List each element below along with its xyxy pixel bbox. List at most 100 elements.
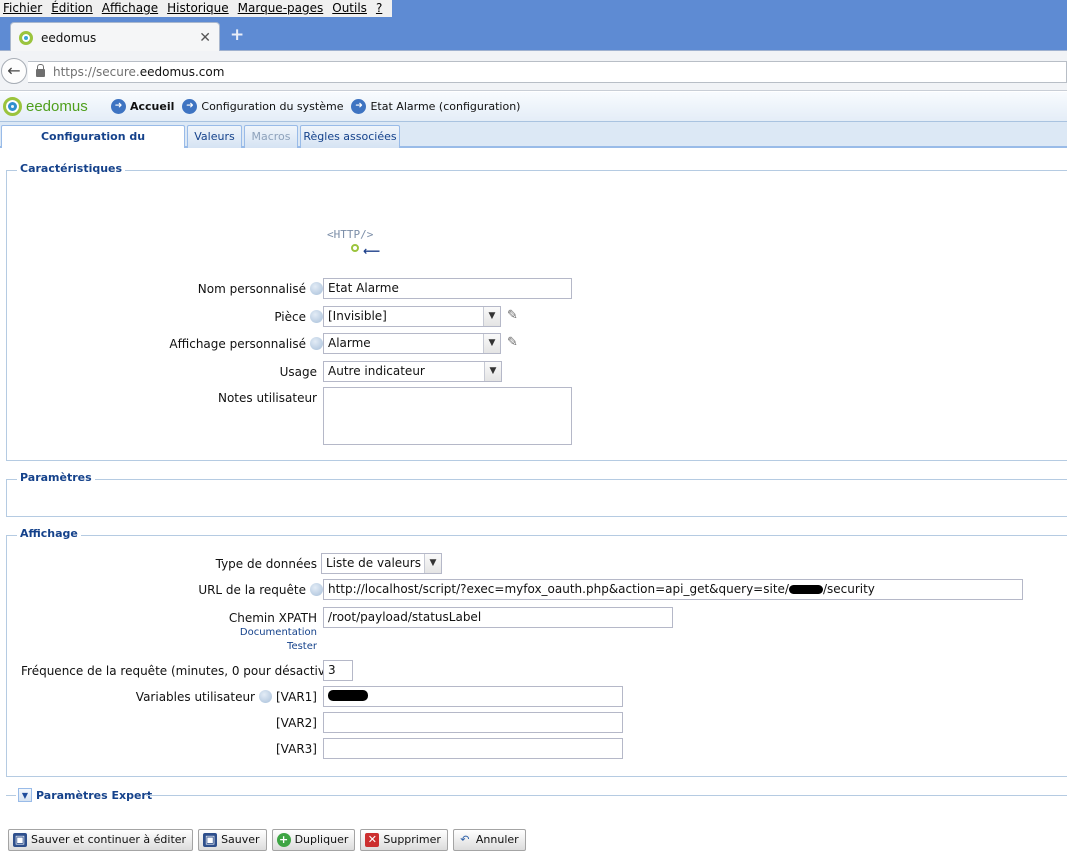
undo-icon: ↶: [460, 833, 470, 846]
divider: [6, 795, 16, 796]
url-bar[interactable]: https://secure. eedomus.com: [28, 61, 1067, 83]
plus-circle-icon: +: [276, 833, 291, 847]
tester-link[interactable]: Tester: [287, 641, 317, 652]
cancel-button[interactable]: ↶ Annuler: [452, 829, 526, 851]
logo-text: eedomus: [26, 98, 88, 115]
menu-historique[interactable]: Historique: [164, 0, 235, 17]
fieldset-title: Caractéristiques: [17, 162, 126, 175]
tab-macros: Macros: [244, 125, 298, 148]
display-label: Affichage personnalisé: [169, 337, 323, 351]
floppy-disk-icon: ▣: [203, 833, 218, 847]
tab-device-config[interactable]: Configuration du périphérique: [1, 125, 185, 164]
var3-input[interactable]: [323, 738, 623, 759]
var2-label: [VAR2]: [276, 716, 317, 730]
usage-value: Autre indicateur: [328, 364, 425, 378]
name-input[interactable]: Etat Alarme: [323, 278, 572, 299]
display-value: Alarme: [328, 336, 371, 350]
eedomus-logo-icon: [3, 97, 22, 116]
chevron-down-icon[interactable]: ▼: [424, 554, 441, 573]
url-scheme: https://secure.: [53, 65, 140, 79]
xpath-input[interactable]: /root/payload/statusLabel: [323, 607, 673, 628]
room-value: [Invisible]: [328, 309, 387, 323]
divider: [146, 795, 1067, 796]
pencil-icon[interactable]: ✎: [507, 336, 521, 350]
notes-label: Notes utilisateur: [217, 391, 317, 405]
save-button[interactable]: ▣ Sauver: [198, 829, 267, 851]
breadcrumb-label: Configuration du système: [201, 100, 344, 113]
notes-textarea[interactable]: [323, 387, 572, 445]
menu-fichier[interactable]: Fichier: [0, 0, 48, 17]
arrow-right-circle-icon: ➜: [351, 99, 367, 114]
save-continue-button[interactable]: ▣ Sauver et continuer à éditer: [8, 829, 194, 851]
help-icon[interactable]: [310, 310, 323, 323]
config-tabbar: Configuration du périphérique Valeurs Ma…: [0, 122, 1067, 164]
status-dot-icon: [351, 244, 359, 252]
expert-title: Paramètres Expert: [36, 788, 153, 802]
menu-affichage[interactable]: Affichage: [99, 0, 164, 17]
menu-marque-pages[interactable]: Marque-pages: [235, 0, 330, 17]
pencil-icon[interactable]: ✎: [507, 309, 521, 323]
help-icon[interactable]: [259, 690, 272, 703]
help-icon[interactable]: [310, 337, 323, 350]
arrow-right-circle-icon: ➜: [182, 99, 198, 114]
duplicate-button[interactable]: + Dupliquer: [271, 829, 356, 851]
chevron-down-icon[interactable]: ▼: [484, 362, 501, 381]
new-tab-icon[interactable]: +: [230, 25, 244, 45]
documentation-link[interactable]: Documentation: [240, 627, 317, 638]
arrow-right-circle-icon: ➜: [111, 99, 126, 114]
var1-input[interactable]: [323, 686, 623, 707]
datatype-value: Liste de valeurs: [326, 556, 421, 570]
var1-label: [VAR1]: [276, 690, 317, 704]
http-device-icon: <HTTP/> ⟵: [327, 227, 387, 259]
url-label: URL de la requête: [198, 583, 323, 597]
fieldset-title: Affichage: [17, 527, 81, 540]
browser-navbar: ← https://secure. eedomus.com: [0, 51, 1067, 91]
help-icon[interactable]: [310, 282, 323, 295]
datatype-select[interactable]: Liste de valeurs ▼: [321, 553, 442, 574]
app-header: eedomus ➜ Accueil ➜ Configuration du sys…: [0, 92, 1067, 122]
var3-label: [VAR3]: [276, 742, 317, 756]
help-icon[interactable]: [310, 583, 323, 596]
menu-help[interactable]: ?: [373, 0, 388, 17]
browser-tab-title: eedomus: [41, 30, 97, 45]
fieldset-title: Paramètres: [17, 471, 95, 484]
expert-params-toggle[interactable]: ▼ Paramètres Expert: [18, 788, 152, 802]
chevron-down-icon[interactable]: ▼: [483, 307, 500, 326]
redacted-mark: [328, 690, 368, 701]
usage-select[interactable]: Autre indicateur ▼: [323, 361, 502, 382]
user-vars-label: Variables utilisateur: [136, 690, 272, 704]
delete-button[interactable]: ✕ Supprimer: [360, 829, 448, 851]
breadcrumb-label: Accueil: [130, 100, 175, 113]
breadcrumb-label: Etat Alarme (configuration): [370, 100, 521, 113]
menu-outils[interactable]: Outils: [329, 0, 373, 17]
lock-icon: [36, 64, 45, 77]
browser-tab[interactable]: eedomus ✕: [10, 22, 220, 52]
browser-tabstrip: eedomus ✕ +: [0, 17, 1067, 52]
fieldset-characteristics: Caractéristiques <HTTP/> ⟵ Nom personnal…: [6, 162, 1067, 461]
datatype-label: Type de données: [215, 557, 317, 571]
menu-list: Fichier Édition Affichage Historique Mar…: [0, 0, 393, 17]
tab-values[interactable]: Valeurs: [187, 125, 242, 148]
breadcrumb-current[interactable]: ➜ Etat Alarme (configuration): [351, 99, 520, 114]
chevron-down-icon[interactable]: ▼: [18, 788, 32, 802]
tab-rules[interactable]: Règles associées: [300, 125, 400, 148]
name-label: Nom personnalisé: [198, 282, 323, 296]
favicon-icon: [19, 30, 33, 45]
menu-edition[interactable]: Édition: [48, 0, 99, 17]
frequency-input[interactable]: 3: [323, 660, 353, 681]
custom-display-select[interactable]: Alarme ▼: [323, 333, 501, 354]
close-icon[interactable]: ✕: [199, 30, 211, 46]
main-content: Caractéristiques <HTTP/> ⟵ Nom personnal…: [0, 148, 1067, 852]
chevron-down-icon[interactable]: ▼: [483, 334, 500, 353]
frequency-label: Fréquence de la requête (minutes, 0 pour…: [21, 664, 342, 678]
var2-input[interactable]: [323, 712, 623, 733]
floppy-disk-icon: ▣: [13, 833, 27, 847]
breadcrumb-system-config[interactable]: ➜ Configuration du système: [182, 99, 343, 114]
request-url-input[interactable]: http://localhost/script/?exec=myfox_oaut…: [323, 579, 1023, 600]
usage-label: Usage: [279, 365, 317, 379]
back-arrow-icon[interactable]: ←: [1, 58, 27, 84]
room-select[interactable]: [Invisible] ▼: [323, 306, 501, 327]
breadcrumb-home[interactable]: ➜ Accueil: [111, 99, 174, 114]
app-logo[interactable]: eedomus: [3, 97, 111, 116]
fieldset-parameters: Paramètres: [6, 471, 1067, 517]
